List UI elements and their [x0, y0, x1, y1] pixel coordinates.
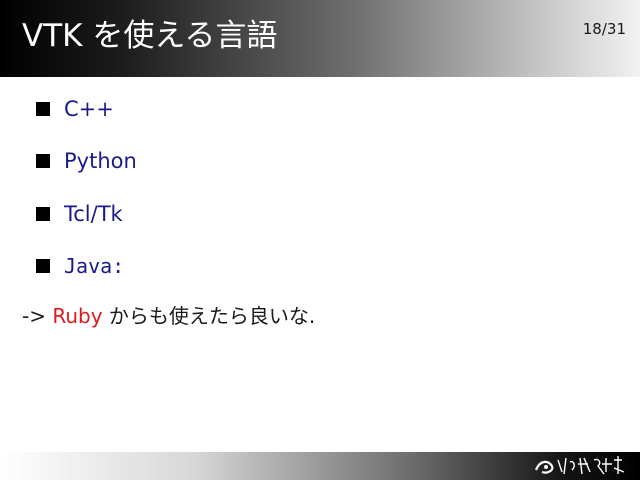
square-bullet-icon — [36, 102, 50, 116]
slide-footer — [0, 452, 640, 480]
square-bullet-icon — [36, 154, 50, 168]
square-bullet-icon — [36, 259, 50, 273]
conclusion-text: からも使えたら良いな. — [102, 304, 316, 328]
ruby-highlight: Ruby — [52, 304, 103, 328]
bullet-label: Python — [64, 149, 137, 173]
bullet-label: Java: — [64, 254, 125, 278]
square-bullet-icon — [36, 207, 50, 221]
slide-header: VTK を使える言語 18/31 — [0, 0, 640, 77]
bullet-label: C++ — [64, 97, 114, 121]
calligraphy-logo-icon — [534, 456, 625, 475]
conclusion-line: -> Ruby からも使えたら良いな. — [22, 301, 315, 331]
bullet-label: Tcl/Tk — [64, 202, 123, 226]
slide-title: VTK を使える言語 — [22, 18, 278, 54]
arrow-prefix: -> — [22, 304, 53, 328]
page-number: 18/31 — [582, 20, 626, 38]
